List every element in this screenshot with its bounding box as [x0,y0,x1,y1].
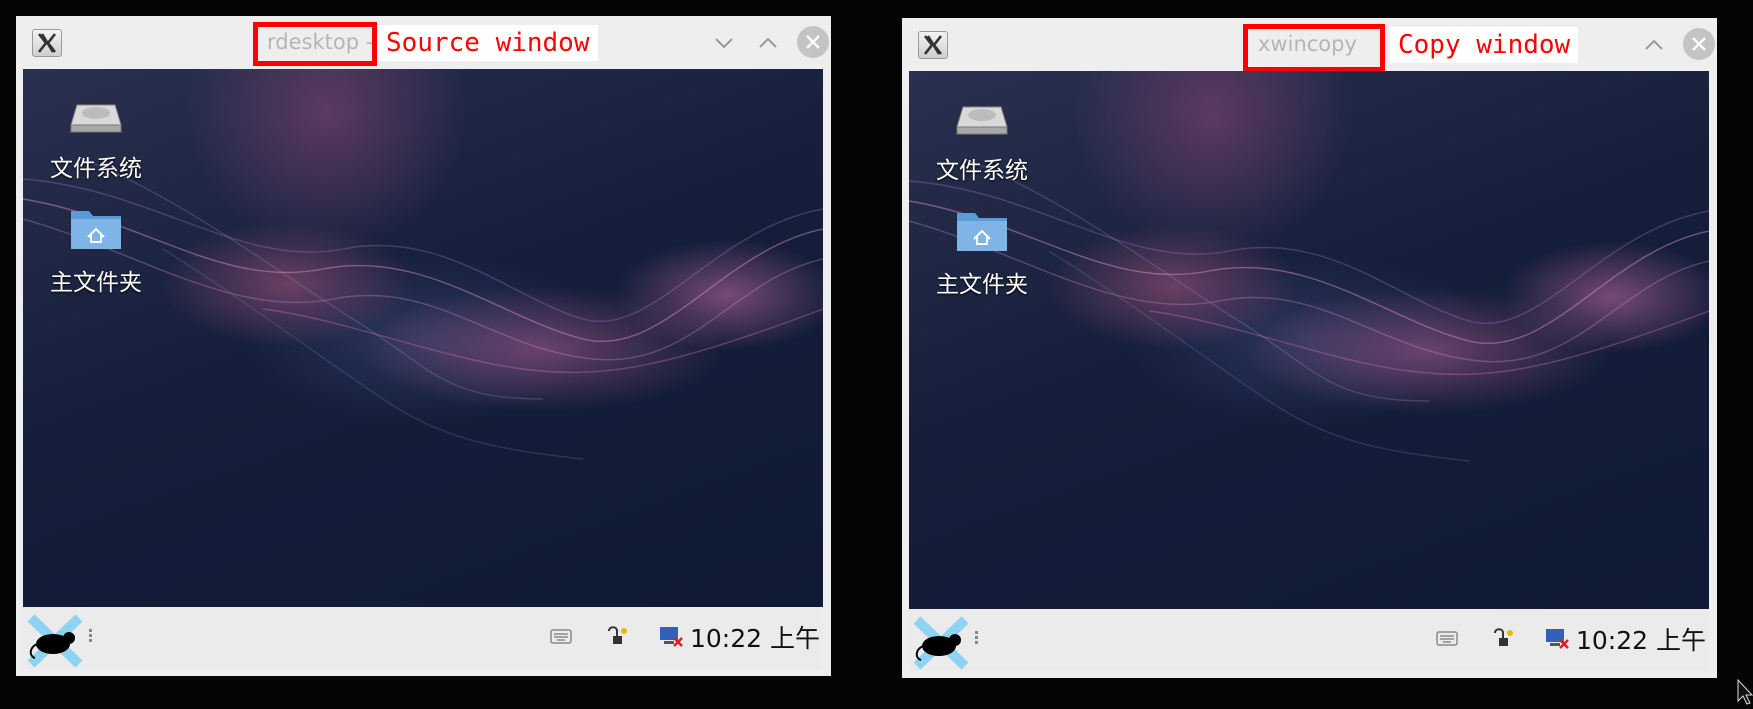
x-window-system-icon[interactable] [918,31,948,59]
home-folder-icon [69,205,123,253]
highlight-box [1243,24,1385,72]
chevron-down-icon[interactable] [709,28,739,58]
copy-window: xwincopy Copy window 文件系统 主文件夹 10:22 上午 [902,18,1717,678]
desktop-icon-filesystem[interactable]: 文件系统 [927,93,1037,185]
mouse-cursor-icon [1737,678,1753,709]
source-window: rdesktop - Source window 文件系统 主文件夹 10:22… [16,16,831,676]
desktop-icon-label: 主文件夹 [936,272,1028,298]
x-window-system-icon[interactable] [32,29,62,57]
keyboard-icon[interactable] [1434,625,1460,651]
close-icon[interactable] [1683,28,1715,60]
remote-desktop[interactable]: 文件系统 主文件夹 [23,69,823,607]
panel-handle[interactable] [89,629,92,643]
xfce-mouse-icon[interactable] [911,614,971,670]
clock[interactable]: 10:22 上午 [1576,621,1706,657]
display-disconnected-icon[interactable] [658,623,684,649]
desktop-icon-filesystem[interactable]: 文件系统 [41,91,151,183]
network-plug-icon[interactable] [603,623,629,649]
close-icon[interactable] [797,26,829,58]
display-disconnected-icon[interactable] [1544,625,1570,651]
clock[interactable]: 10:22 上午 [690,619,820,655]
network-plug-icon[interactable] [1489,625,1515,651]
chevron-up-icon[interactable] [753,28,783,58]
panel-handle[interactable] [975,631,978,645]
chevron-up-icon[interactable] [1639,30,1669,60]
xfce-mouse-icon[interactable] [25,612,85,668]
hard-drive-icon [69,91,123,139]
titlebar[interactable]: xwincopy Copy window [902,18,1717,72]
remote-desktop-copy[interactable]: 文件系统 主文件夹 [909,71,1709,609]
desktop-icon-home[interactable]: 主文件夹 [41,205,151,297]
desktop-icon-home[interactable]: 主文件夹 [927,207,1037,299]
desktop-icon-label: 文件系统 [50,156,142,182]
taskbar: 10:22 上午 [909,609,1709,671]
desktop-icon-label: 主文件夹 [50,270,142,296]
taskbar: 10:22 上午 [23,607,823,669]
home-folder-icon [955,207,1009,255]
highlight-box [253,22,377,66]
keyboard-icon[interactable] [548,623,574,649]
window-annotation: Copy window [1390,27,1579,63]
titlebar[interactable]: rdesktop - Source window [16,16,831,69]
hard-drive-icon [955,93,1009,141]
window-annotation: Source window [378,25,598,61]
desktop-icon-label: 文件系统 [936,158,1028,184]
